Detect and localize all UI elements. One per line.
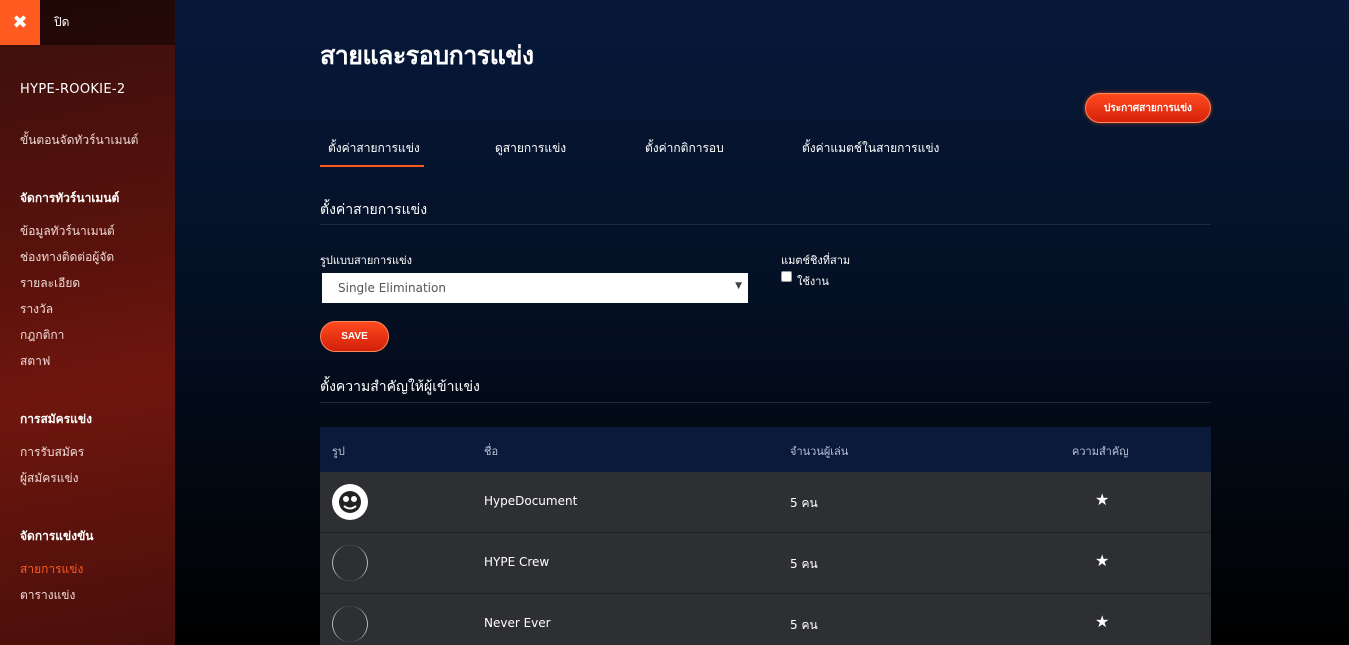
team-name: Never Ever bbox=[484, 616, 551, 630]
avatar bbox=[332, 606, 368, 642]
column-header-priority: ความสำคัญ bbox=[1072, 445, 1129, 458]
tab-round-rules[interactable]: ตั้งค่ากติการอบ bbox=[645, 139, 724, 158]
tournament-name: HYPE-ROOKIE-2 bbox=[20, 82, 126, 97]
avatar bbox=[332, 545, 368, 581]
active-tab-indicator bbox=[320, 165, 424, 167]
format-select[interactable]: Single Elimination ▼ bbox=[322, 273, 748, 303]
sidebar-section-competition: จัดการแข่งขัน bbox=[20, 529, 94, 543]
tab-bracket-settings[interactable]: ตั้งค่าสายการแข่ง bbox=[328, 139, 420, 158]
third-place-checkbox-label[interactable]: ใช้งาน bbox=[797, 272, 829, 290]
column-header-name: ชื่อ bbox=[484, 445, 499, 458]
sidebar: ✖ ปิด HYPE-ROOKIE-2 ขั้นตอนจัดทัวร์นาเมน… bbox=[0, 0, 175, 645]
star-icon[interactable]: ★ bbox=[1095, 490, 1109, 509]
sidebar-section-registration: การสมัครแข่ง bbox=[20, 412, 92, 426]
sidebar-item-accept[interactable]: การรับสมัคร bbox=[20, 443, 84, 462]
tab-match-settings[interactable]: ตั้งค่าแมตช์ในสายการแข่ง bbox=[802, 139, 939, 158]
close-label[interactable]: ปิด bbox=[54, 13, 69, 32]
table-row: HYPE Crew 5 คน ★ bbox=[320, 533, 1211, 594]
sidebar-item-info[interactable]: ข้อมูลทัวร์นาเมนต์ bbox=[20, 222, 115, 241]
chevron-down-icon: ▼ bbox=[735, 281, 742, 291]
format-select-value: Single Elimination bbox=[338, 281, 446, 295]
sidebar-item-steps[interactable]: ขั้นตอนจัดทัวร์นาเมนต์ bbox=[20, 131, 138, 150]
format-label: รูปแบบสายการแข่ง bbox=[320, 254, 413, 267]
announce-bracket-button[interactable]: ประกาศสายการแข่ง bbox=[1085, 93, 1211, 123]
sidebar-section-manage: จัดการทัวร์นาเมนต์ bbox=[20, 191, 120, 205]
sidebar-top-bar: ✖ ปิด bbox=[0, 0, 175, 45]
table-header: รูป ชื่อ จำนวนผู้เล่น ความสำคัญ bbox=[320, 427, 1211, 472]
sidebar-item-prizes[interactable]: รางวัล bbox=[20, 300, 53, 319]
star-icon[interactable]: ★ bbox=[1095, 551, 1109, 570]
divider bbox=[320, 402, 1211, 403]
avatar bbox=[332, 484, 368, 520]
sidebar-item-staff[interactable]: สตาฟ bbox=[20, 352, 50, 371]
sidebar-item-applicants[interactable]: ผู้สมัครแข่ง bbox=[20, 469, 79, 488]
team-name: HypeDocument bbox=[484, 494, 578, 508]
star-icon[interactable]: ★ bbox=[1095, 612, 1109, 631]
table-row: HypeDocument 5 คน ★ bbox=[320, 472, 1211, 533]
sidebar-item-details[interactable]: รายละเอียด bbox=[20, 274, 80, 293]
seeding-table: รูป ชื่อ จำนวนผู้เล่น ความสำคัญ HypeDocu… bbox=[320, 427, 1211, 645]
player-count: 5 คน bbox=[790, 618, 818, 632]
settings-section-title: ตั้งค่าสายการแข่ง bbox=[320, 202, 428, 218]
third-place-checkbox[interactable] bbox=[781, 271, 792, 282]
seeding-section-title: ตั้งความสำคัญให้ผู้เข้าแข่ง bbox=[320, 379, 480, 395]
player-count: 5 คน bbox=[790, 496, 818, 510]
sidebar-item-rules[interactable]: กฎกติกา bbox=[20, 326, 64, 345]
divider bbox=[320, 224, 1211, 225]
player-count: 5 คน bbox=[790, 557, 818, 571]
table-row: Never Ever 5 คน ★ bbox=[320, 594, 1211, 645]
sidebar-item-bracket[interactable]: สายการแข่ง bbox=[20, 560, 83, 579]
save-button[interactable]: SAVE bbox=[320, 321, 389, 352]
third-place-label: แมตช์ชิงที่สาม bbox=[781, 254, 851, 267]
column-header-players: จำนวนผู้เล่น bbox=[790, 445, 849, 458]
sidebar-item-schedule[interactable]: ตารางแข่ง bbox=[20, 586, 75, 605]
tab-view-bracket[interactable]: ดูสายการแข่ง bbox=[495, 139, 566, 158]
column-header-image: รูป bbox=[332, 445, 345, 458]
sidebar-item-contact[interactable]: ช่องทางติดต่อผู้จัด bbox=[20, 248, 114, 267]
close-icon[interactable]: ✖ bbox=[0, 0, 40, 45]
team-name: HYPE Crew bbox=[484, 555, 550, 569]
page-title: สายและรอบการแข่ง bbox=[320, 41, 534, 70]
